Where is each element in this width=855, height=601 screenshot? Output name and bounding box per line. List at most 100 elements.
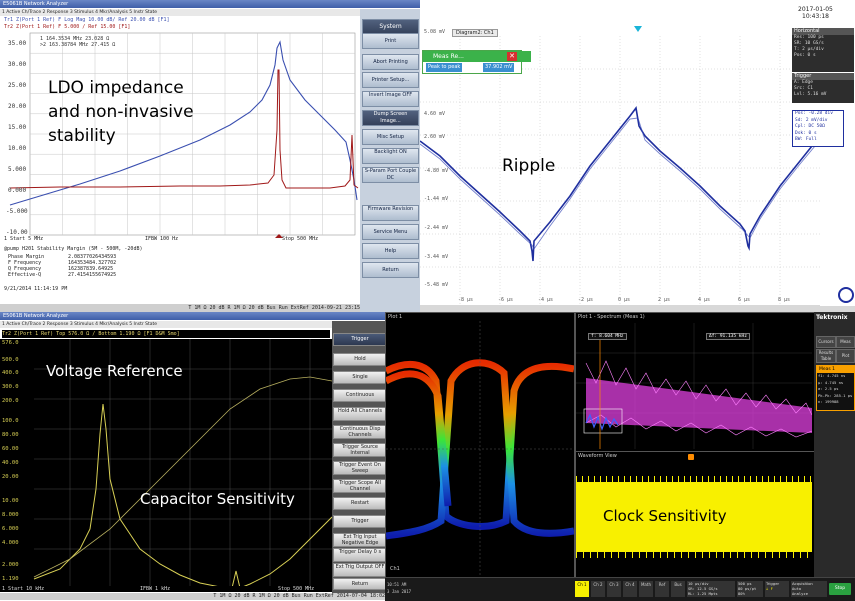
trigger-button[interactable]: Trigger [333, 515, 387, 528]
na1-ifbw: IFBW 100 Hz [145, 236, 179, 242]
misc-setup-button[interactable]: Misc Setup [362, 129, 419, 145]
eye-plot [386, 321, 574, 576]
tek-side-panel: Tektronix Cursors Meas Results Table Plo… [814, 312, 855, 600]
na1-titlebar: E5061B Network Analyzer [0, 0, 423, 8]
osc1-window: 2017-01-05 10:43:18 5.08 mV 4.60 mV 2.60… [420, 0, 855, 312]
dump-screen-button[interactable]: Dump Screen Image... [362, 110, 419, 126]
na2-return-button[interactable]: Return [333, 578, 387, 590]
restart-button[interactable]: Restart [333, 497, 387, 510]
na2-window: E5061B Network Analyzer 1 Active Ch/Trac… [0, 312, 388, 600]
na1-status-bar: T 1M Ω 20 dB R 1M Ω 20 dB Bus Run ExtRef… [0, 304, 360, 312]
eye-panel: Plot 1 Ch1 [385, 312, 575, 579]
horizontal-panel[interactable]: Horizontal Res: 100 ps SR: 10 GS/s T: 2 … [792, 28, 854, 72]
ref-badge[interactable]: Ref [655, 581, 669, 597]
print-button[interactable]: Print [362, 33, 419, 49]
bus-badge[interactable]: Bus [671, 581, 685, 597]
na1-menu-bar[interactable]: 1 Active Ch/Trace 2 Response 3 Stimulus … [0, 9, 362, 16]
y-tick: 10.00 [2, 498, 19, 504]
eye-tab[interactable]: Plot 1 [388, 314, 402, 320]
math-badge[interactable]: Math [639, 581, 653, 597]
y-tick: 25.00 [8, 82, 27, 89]
trigger-panel[interactable]: Trigger A: Edge Src: C1 Lvl: 5.16 mV [792, 73, 854, 103]
single-button[interactable]: Single [333, 371, 387, 384]
continuous-disp-button[interactable]: Continuous Disp Channels [333, 425, 387, 439]
trigger-line: Lvl: 5.16 mV [794, 92, 827, 97]
close-icon[interactable]: ✕ [507, 52, 517, 61]
continuous-button[interactable]: Continuous [333, 389, 387, 402]
trigger-menu-title[interactable]: Trigger [333, 333, 387, 346]
y-tick: -10.00 [6, 229, 28, 236]
x-tick: -6 µs [498, 297, 514, 303]
tek-brand: Tektronix [816, 314, 848, 321]
spectrum-marker2-readout: Δf: 91.135 kHz [706, 333, 750, 340]
s-param-button[interactable]: S-Param Port Couple DC [362, 167, 419, 183]
trigger-source-button[interactable]: Trigger Source Internal [333, 443, 387, 457]
ch1-badge[interactable]: Ch 1 [575, 581, 589, 597]
results-table-button[interactable]: Results Table [816, 349, 836, 363]
tek-clock: 10:51 AM 3 Jan 2017 [387, 581, 447, 597]
na2-titlebar: E5061B Network Analyzer [0, 312, 388, 320]
meas-results-title: Meas Re... [433, 53, 464, 60]
y-tick: -3.44 mV [424, 254, 449, 260]
y-tick: -4.80 mV [424, 168, 449, 174]
diagram-tab[interactable]: Diagram2: Ch1 [452, 29, 498, 37]
invert-image-button[interactable]: Invert Image OFF [362, 91, 419, 107]
run-stop-button[interactable]: Stop [829, 583, 851, 595]
rohde-logo-icon [838, 287, 854, 303]
x-tick: -8 µs [458, 297, 474, 303]
help-button[interactable]: Help [362, 243, 419, 259]
hold-button[interactable]: Hold [333, 353, 387, 366]
waveform-tab[interactable]: Waveform View [578, 453, 617, 459]
voltage-reference-caption: Voltage Reference [46, 362, 183, 380]
scale-badge[interactable]: 500 ps 80 ps/pt 80% [737, 581, 763, 597]
backlight-button[interactable]: Backlight ON [362, 148, 419, 164]
trigger-badge[interactable]: Trigger ⊥ F [765, 581, 789, 597]
acq-line: Analyze [792, 591, 809, 596]
na1-results: Phase Margin 2.08377026434593 F Frequency… [8, 254, 116, 278]
return-button[interactable]: Return [362, 262, 419, 278]
na2-menu-bar[interactable]: 1 Active Ch/Trace 2 Response 3 Stimulus … [0, 321, 334, 328]
eye-channel-label: Ch1 [390, 566, 400, 572]
spectrum-plot [576, 323, 812, 449]
horizontal-badge[interactable]: 10 µs/div SR: 12.5 GS/s RL: 1.25 Mpts [687, 581, 735, 597]
y-tick: 0.000 [8, 187, 27, 194]
acquisition-badge[interactable]: Acquisition Auto Analyze [791, 581, 827, 597]
firmware-revision-button[interactable]: Firmware Revision [362, 205, 419, 221]
trigger-event-button[interactable]: Trigger Event On Sweep [333, 461, 387, 475]
trigger-marker-icon [688, 454, 694, 460]
meas-1-box[interactable]: Meas 1 f1: 4.745 ns µ: 4.745 ns σ: 2.5 p… [816, 365, 855, 411]
ext-trig-input-button[interactable]: Ext Trig Input Negative Edge [333, 533, 387, 547]
cursors-button[interactable]: Cursors [816, 336, 836, 348]
ldo-caption: LDO impedance and non-invasive stability [48, 76, 194, 148]
result-row: Effective-Q 27.4154155674925 [8, 272, 116, 278]
osc1-plot [420, 36, 820, 306]
trigger-scope-button[interactable]: Trigger Scope All Channel [333, 479, 387, 493]
spectrum-tab[interactable]: Plot 1 - Spectrum (Meas 1) [578, 314, 645, 320]
waveform-panel: Waveform View Clock Sensitivity [575, 451, 815, 579]
waveform-bottom-spikes [576, 552, 812, 558]
x-tick: 4 µs [698, 297, 711, 303]
y-tick: 5.08 mV [424, 29, 446, 35]
abort-printing-button[interactable]: Abort Printing [362, 54, 419, 70]
ldo-caption-line: stability [48, 126, 116, 146]
horiz-line: RL: 1.25 Mpts [688, 591, 718, 596]
plot-button[interactable]: Plot [836, 349, 855, 363]
ch3-badge[interactable]: Ch 3 [607, 581, 621, 597]
service-menu-button[interactable]: Service Menu [362, 224, 419, 240]
y-tick: -2.44 mV [424, 225, 449, 231]
ch4-badge[interactable]: Ch 4 [623, 581, 637, 597]
x-tick: 6 µs [738, 297, 751, 303]
spectrum-marker-readout: f: 8.604 MHz [588, 333, 627, 340]
result-label: Effective-Q [8, 272, 42, 278]
y-tick: 80.00 [2, 432, 19, 438]
ch2-badge[interactable]: Ch 2 [591, 581, 605, 597]
ext-trig-output-button[interactable]: Ext Trig Output OFF [333, 563, 387, 577]
y-tick: 100.0 [2, 418, 19, 424]
printer-setup-button[interactable]: Printer Setup... [362, 72, 419, 88]
y-tick: 5.000 [8, 166, 27, 173]
hold-all-channels-button[interactable]: Hold All Channels [333, 407, 387, 421]
meas-results-box: Meas Re... ✕ Peak to peak 37.902 mV [422, 50, 531, 74]
ch1-panel[interactable]: Pos: -0.28 div Sd: 2 mV/div Cpl: DC 50Ω … [792, 110, 844, 147]
meas-button[interactable]: Meas [836, 336, 855, 348]
trigger-delay-button[interactable]: Trigger Delay 0 s [333, 548, 387, 562]
